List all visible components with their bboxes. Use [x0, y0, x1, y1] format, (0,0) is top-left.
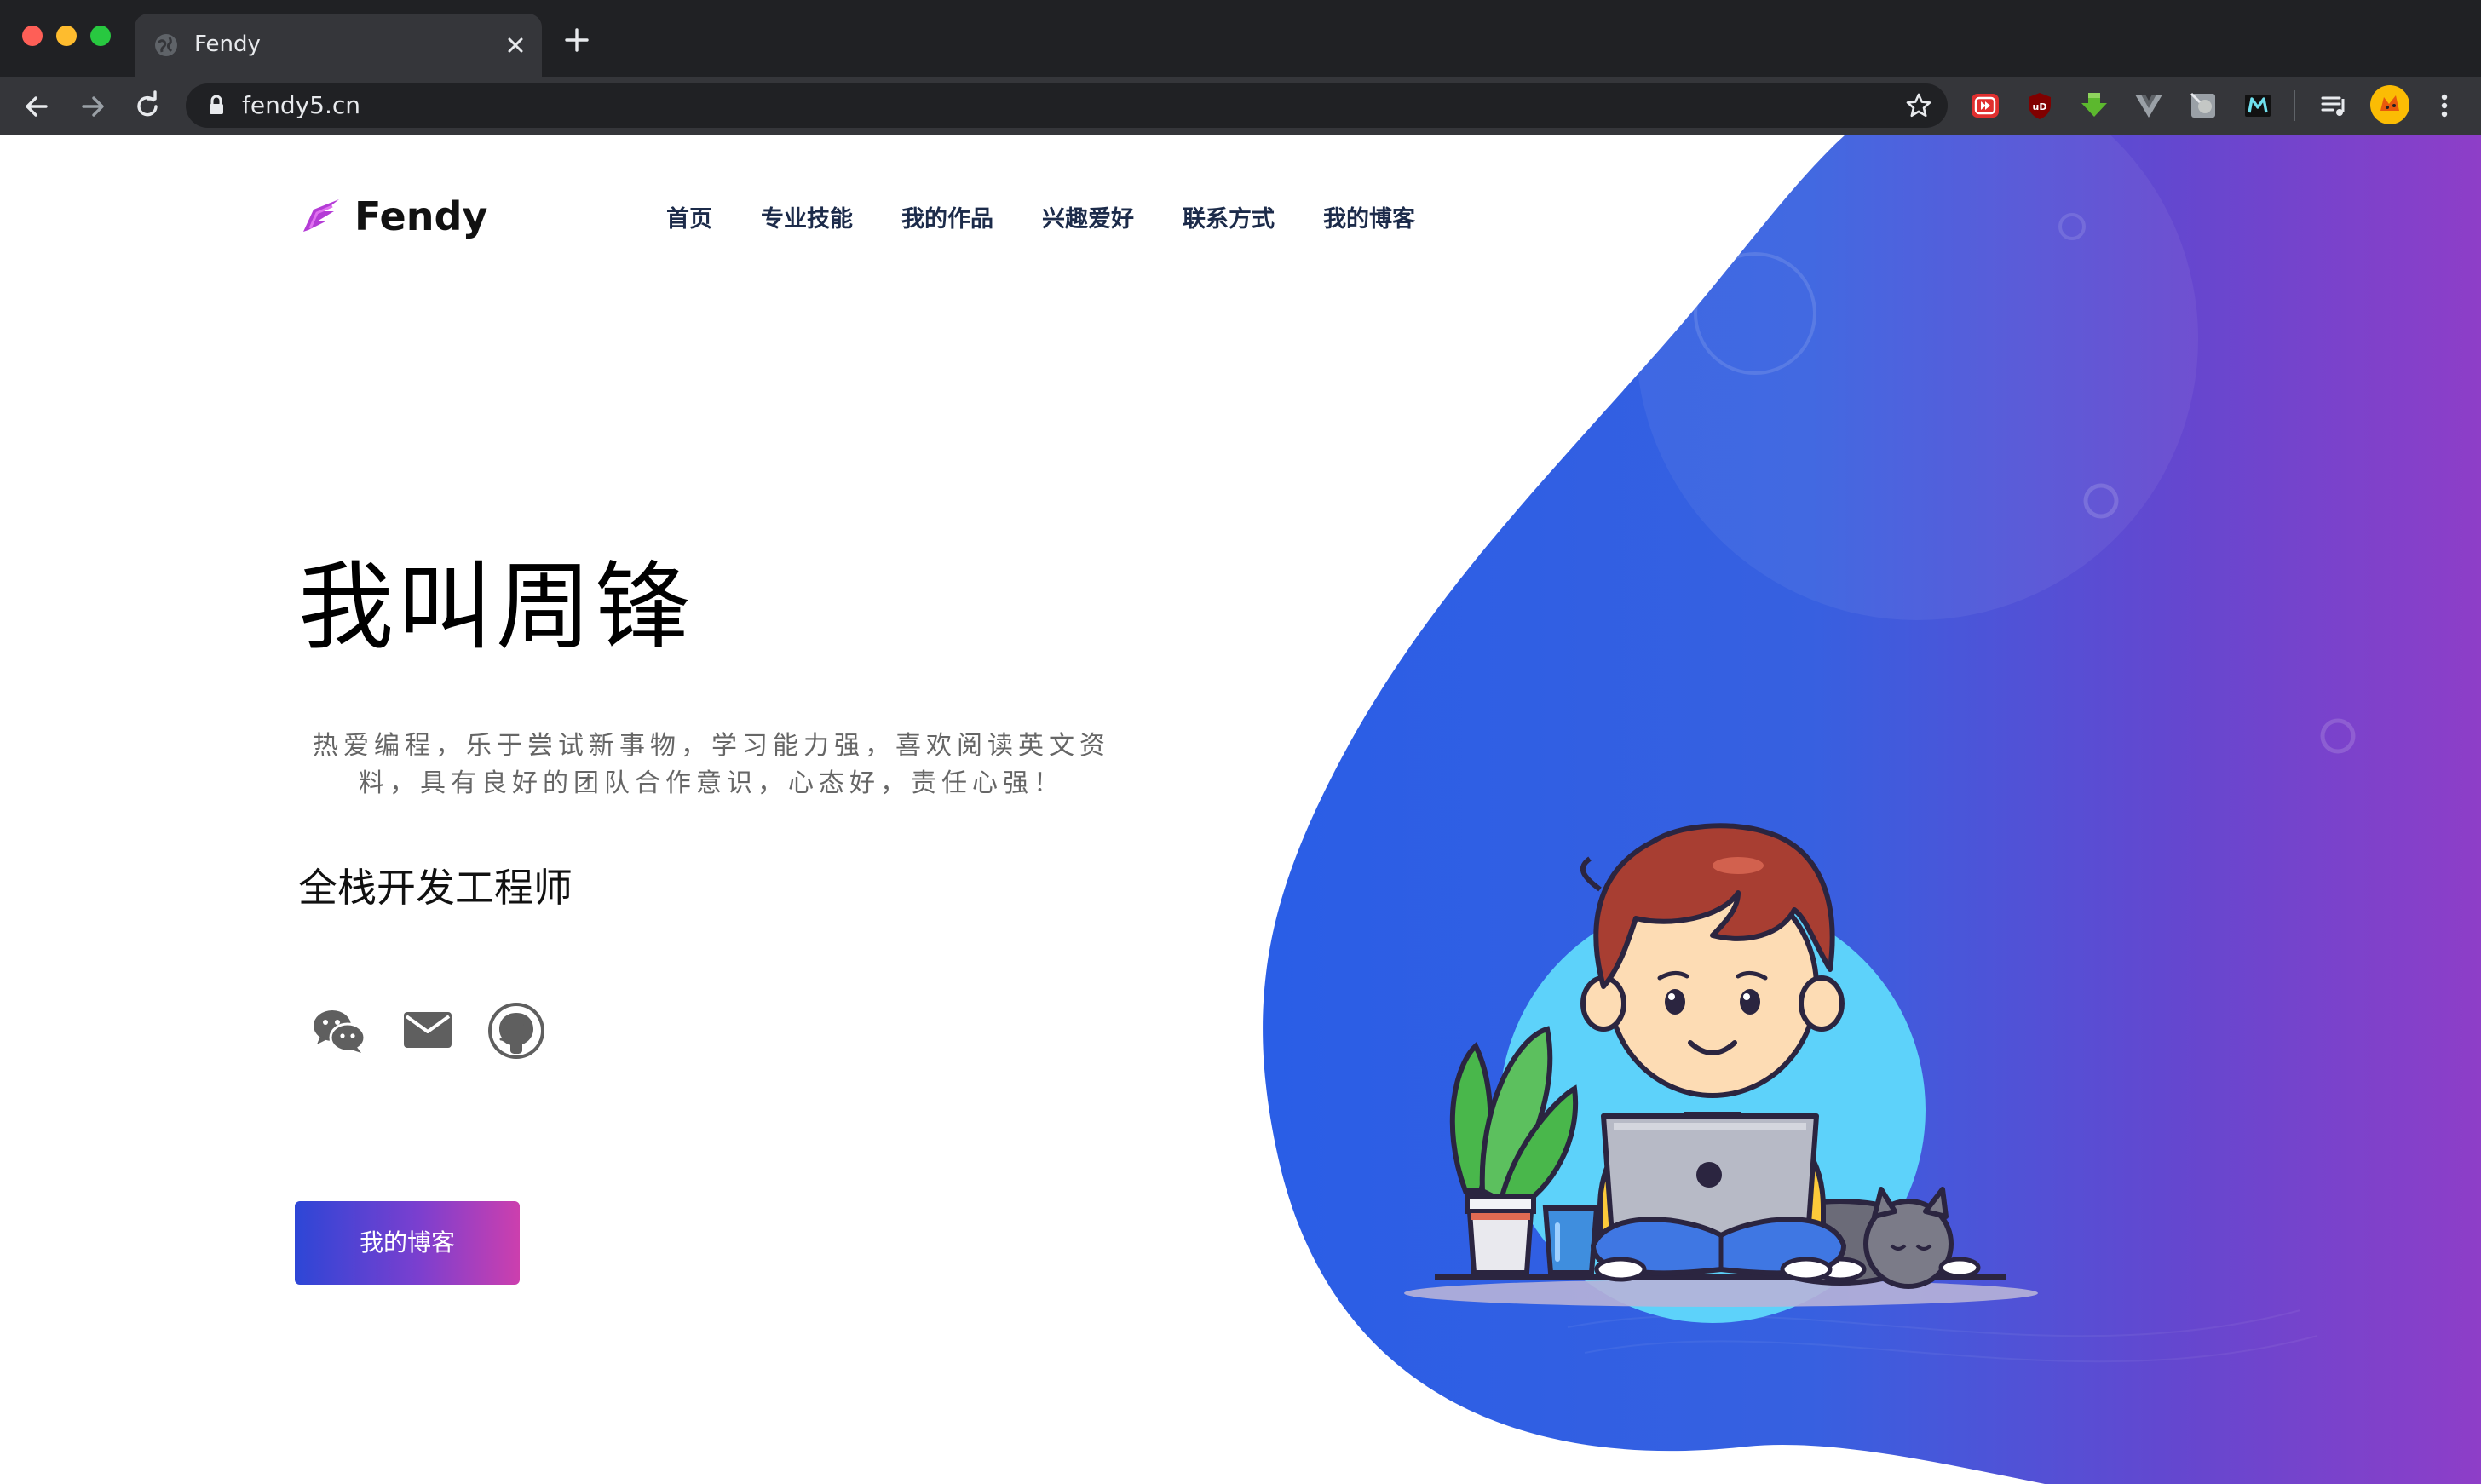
cup-icon [1542, 1205, 1600, 1275]
hero-title: 我叫周锋 [298, 552, 694, 663]
close-tab-icon[interactable] [501, 31, 530, 60]
tab-title: Fendy [194, 32, 261, 57]
main-nav: 首页 专业技能 我的作品 兴趣爱好 联系方式 我的博客 [666, 203, 1464, 237]
laptop-icon [1590, 1113, 1847, 1282]
profile-avatar[interactable] [2370, 85, 2409, 124]
maximize-window-button[interactable] [90, 26, 111, 46]
svg-text:uD: uD [2033, 101, 2047, 112]
browser-tab[interactable]: Fendy [135, 14, 542, 77]
mail-icon[interactable] [397, 1000, 458, 1061]
extension-image-icon[interactable] [2188, 90, 2219, 121]
hero-role: 全栈开发工程师 [298, 865, 573, 911]
logo-feather-icon [303, 199, 339, 232]
lock-icon[interactable] [204, 94, 228, 118]
nav-item-hobbies[interactable]: 兴趣爱好 [1042, 203, 1134, 237]
extension-m-icon[interactable] [2242, 90, 2273, 121]
blog-button[interactable]: 我的博客 [295, 1201, 520, 1285]
nav-item-works[interactable]: 我的作品 [901, 203, 993, 237]
extension-vue-icon[interactable] [2133, 90, 2164, 121]
browser-tab-bar: Fendy [0, 0, 2481, 77]
toolbar-separator [2294, 90, 2295, 121]
nav-item-blog[interactable]: 我的博客 [1323, 203, 1415, 237]
globe-icon [155, 34, 177, 56]
reload-icon[interactable] [131, 90, 164, 123]
wechat-icon[interactable] [308, 1000, 370, 1061]
extension-download-icon[interactable] [2079, 90, 2110, 121]
nav-item-skills[interactable]: 专业技能 [761, 203, 853, 237]
browser-toolbar: fendy5.cn uD [0, 77, 2481, 135]
forward-icon[interactable] [77, 90, 109, 123]
media-control-icon[interactable] [2319, 90, 2350, 121]
nav-item-contact[interactable]: 联系方式 [1183, 203, 1275, 237]
web-page: Fendy 首页 专业技能 我的作品 兴趣爱好 联系方式 我的博客 我叫周锋 热… [0, 135, 2481, 1484]
logo-text: Fendy [354, 193, 488, 239]
new-tab-icon[interactable] [562, 26, 591, 55]
nav-item-home[interactable]: 首页 [666, 203, 712, 237]
browser-menu-icon[interactable] [2430, 90, 2459, 121]
extension-ublock-icon[interactable]: uD [2024, 90, 2055, 121]
github-icon[interactable] [486, 1000, 547, 1061]
profile-fox-icon [2380, 95, 2399, 111]
hero-description: 热爱编程，乐于尝试新事物，学习能力强，喜欢阅读英文资料，具有良好的团队合作意识，… [313, 731, 1110, 798]
address-bar[interactable]: fendy5.cn [186, 83, 1948, 128]
minimize-window-button[interactable] [56, 26, 77, 46]
url-text: fendy5.cn [242, 91, 361, 119]
bookmark-star-icon[interactable] [1905, 92, 1932, 119]
close-window-button[interactable] [22, 26, 43, 46]
developer-illustration [1404, 823, 2038, 1323]
back-icon[interactable] [20, 90, 53, 123]
extension-youtube-icon[interactable] [1970, 90, 2000, 121]
